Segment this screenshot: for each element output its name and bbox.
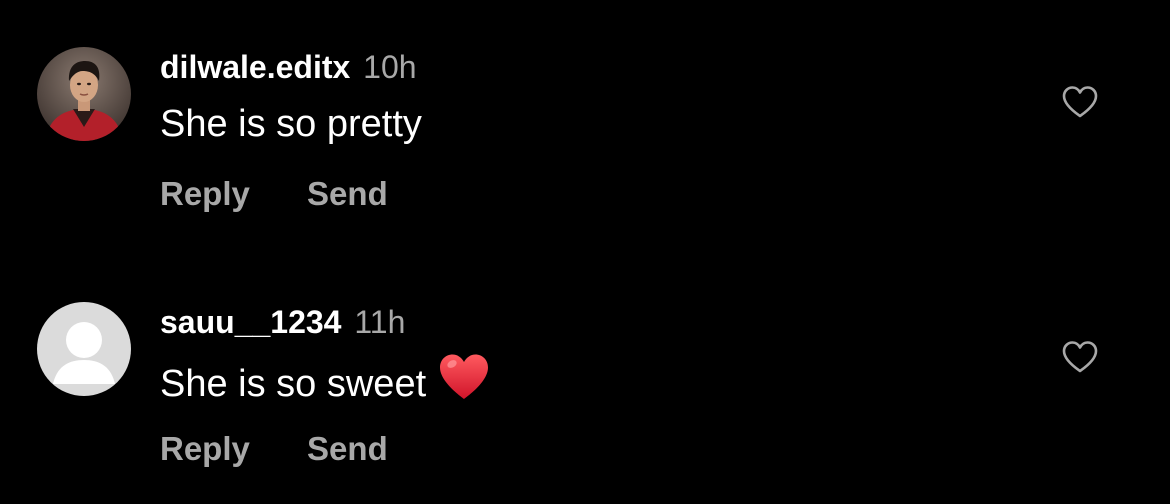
comment-actions: Reply Send: [160, 174, 388, 214]
profile-photo-icon: [37, 47, 131, 141]
timestamp: 10h: [363, 49, 417, 85]
comment-body: She is so pretty: [160, 103, 422, 145]
comment-item: sauu__1234 11h She is so sweet Reply Sen…: [0, 255, 1170, 467]
comment-item: dilwale.editx 10h She is so pretty Reply…: [0, 0, 1170, 212]
reply-button[interactable]: Reply: [160, 174, 250, 214]
comment-header: sauu__1234 11h: [160, 303, 405, 341]
heart-outline-icon[interactable]: [1061, 340, 1099, 374]
send-button[interactable]: Send: [307, 174, 388, 214]
comment-body: She is so sweet: [160, 363, 427, 406]
username[interactable]: sauu__1234: [160, 304, 341, 340]
comment-text: She is so sweet: [160, 354, 490, 415]
default-avatar-icon: [37, 302, 131, 396]
comment-text: She is so pretty: [160, 102, 422, 146]
avatar[interactable]: [37, 47, 131, 141]
comment-actions: Reply Send: [160, 429, 388, 469]
heart-outline-icon[interactable]: [1061, 85, 1099, 119]
timestamp: 11h: [354, 304, 406, 340]
avatar[interactable]: [37, 302, 131, 396]
comment-header: dilwale.editx 10h: [160, 48, 417, 86]
username[interactable]: dilwale.editx: [160, 49, 350, 85]
send-button[interactable]: Send: [307, 429, 388, 469]
reply-button[interactable]: Reply: [160, 429, 250, 469]
red-heart-emoji-icon: [438, 353, 490, 411]
